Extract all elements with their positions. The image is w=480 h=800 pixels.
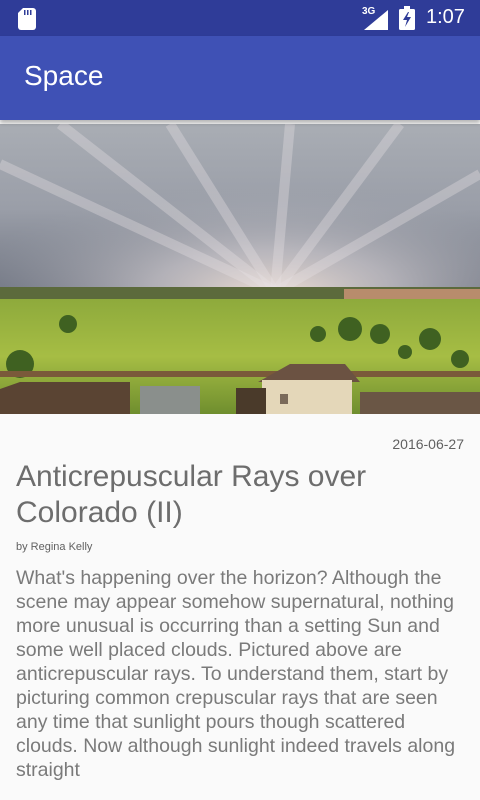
app-bar: Space: [0, 36, 480, 120]
status-bar: 3G 1:07: [0, 0, 480, 36]
article-title: Anticrepuscular Rays over Colorado (II): [16, 460, 367, 529]
battery-icon: [399, 6, 415, 30]
app-title: Space: [24, 60, 104, 91]
article-image[interactable]: [0, 124, 480, 414]
article-body: What's happening over the horizon? Altho…: [16, 567, 456, 781]
article-byline: by Regina Kelly: [16, 541, 93, 553]
status-time: 1:07: [426, 6, 465, 28]
article-date: 2016-06-27: [392, 436, 464, 452]
sd-card-icon: [18, 8, 36, 30]
signal-icon: [364, 10, 388, 30]
